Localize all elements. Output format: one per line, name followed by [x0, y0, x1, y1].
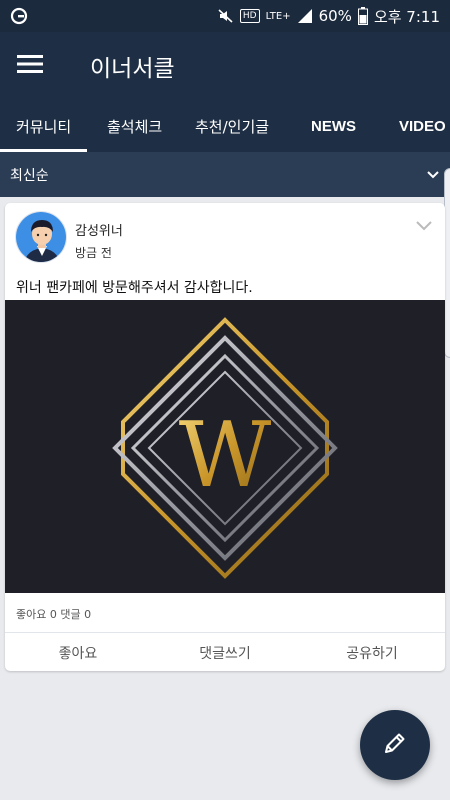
app-title: 이너서클: [90, 56, 175, 82]
hamburger-menu-button[interactable]: [0, 32, 60, 100]
chevron-down-icon: [426, 170, 440, 180]
sort-dropdown[interactable]: 최신순: [0, 152, 450, 197]
tab-video[interactable]: VIDEO: [399, 100, 446, 152]
like-button[interactable]: 좋아요: [5, 634, 151, 671]
post-text: 위너 팬카페에 방문해주셔서 감사합니다.: [16, 280, 253, 296]
sort-label: 최신순: [10, 167, 49, 184]
clock: 오후 7:11: [373, 7, 440, 26]
app-bar: 이너서클: [0, 32, 450, 100]
post-author[interactable]: 감성위너: [75, 220, 123, 239]
hamburger-menu-icon: [17, 54, 43, 78]
tab-bar: 커뮤니티 출석체크 추천/인기글 NEWS VIDEO: [0, 100, 450, 152]
pencil-icon: [381, 729, 409, 761]
share-button[interactable]: 공유하기: [299, 634, 445, 671]
battery-icon: [357, 7, 368, 25]
carrier-logo-icon: [10, 7, 28, 25]
battery-percent: 60%: [318, 7, 352, 25]
comment-button[interactable]: 댓글쓰기: [152, 634, 298, 671]
post-stats: 좋아요 0 댓글 0: [16, 608, 92, 621]
tab-news[interactable]: NEWS: [311, 100, 356, 152]
tab-attendance[interactable]: 출석체크: [107, 100, 162, 152]
tab-recommended[interactable]: 추천/인기글: [195, 100, 269, 152]
status-bar: HD LTE+ 60% 오후 7:11: [0, 0, 450, 32]
divider: [5, 632, 445, 633]
post-time: 방금 전: [75, 246, 112, 260]
hd-icon: HD: [239, 9, 260, 23]
mute-icon: [218, 8, 234, 24]
chevron-down-icon[interactable]: [415, 217, 433, 236]
write-post-button[interactable]: [360, 710, 430, 780]
post-image[interactable]: W: [5, 300, 445, 593]
avatar[interactable]: [15, 211, 67, 263]
lte-icon: LTE+: [265, 10, 291, 22]
signal-icon: [297, 8, 313, 24]
tab-community[interactable]: 커뮤니티: [0, 100, 88, 152]
logo-letter: W: [179, 403, 272, 508]
post-card: 감성위너 방금 전 위너 팬카페에 방문해주셔서 감사합니다. W 좋아요 0 …: [5, 203, 445, 671]
